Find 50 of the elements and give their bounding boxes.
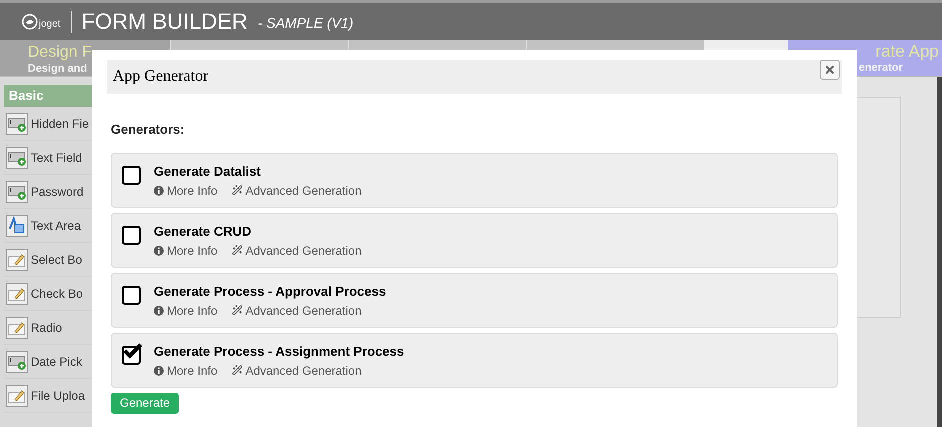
close-icon	[824, 64, 836, 76]
palette-item[interactable]: Date Pick	[31, 352, 82, 370]
wand-icon	[232, 185, 243, 196]
brand-name: joget	[39, 20, 61, 30]
generator-checkbox[interactable]	[122, 226, 141, 244]
palette-item[interactable]: Password	[31, 182, 84, 200]
pencil-field-icon	[6, 248, 28, 270]
generator-checkbox[interactable]	[122, 286, 141, 304]
advanced-generation-link[interactable]: Advanced Generation	[232, 242, 362, 260]
more-info-link[interactable]: More Info	[154, 302, 218, 320]
more-info-link[interactable]: More Info	[154, 242, 218, 260]
generators-heading: Generators:	[111, 121, 186, 139]
app-title: FORM BUILDER	[82, 8, 248, 36]
wand-icon	[232, 365, 243, 376]
more-info-link[interactable]: More Info	[154, 362, 218, 380]
info-icon	[154, 366, 164, 376]
generator-name: Generate Datalist	[154, 164, 262, 180]
palette-item[interactable]: File Uploa	[31, 386, 86, 404]
generator-name: Generate CRUD	[154, 224, 253, 240]
info-icon	[154, 246, 164, 256]
text-field-icon	[6, 146, 28, 168]
more-info-link[interactable]: More Info	[154, 182, 218, 200]
palette-item[interactable]: Text Area	[31, 216, 82, 234]
check-icon	[123, 342, 143, 358]
palette-item[interactable]: Check Bo	[31, 284, 84, 302]
generator-name: Generate Process - Assignment Process	[154, 344, 404, 360]
text-field-icon	[6, 180, 28, 202]
palette-item[interactable]: Text Field	[31, 148, 82, 166]
advanced-generation-link[interactable]: Advanced Generation	[232, 302, 362, 320]
wand-icon	[232, 305, 243, 316]
generator-checkbox[interactable]	[122, 346, 141, 364]
info-icon	[154, 186, 164, 196]
palette-item[interactable]: Radio	[31, 318, 62, 336]
generator-checkbox[interactable]	[122, 166, 141, 184]
generator-name: Generate Process - Approval Process	[154, 284, 386, 300]
close-button[interactable]	[820, 60, 840, 80]
pencil-field-icon	[6, 316, 28, 338]
wand-icon	[232, 245, 243, 256]
advanced-generation-link[interactable]: Advanced Generation	[232, 362, 362, 380]
logo-icon	[22, 14, 38, 30]
app-subtitle: - SAMPLE (V1)	[258, 14, 354, 33]
advanced-generation-link[interactable]: Advanced Generation	[232, 182, 362, 200]
pencil-field-icon	[6, 282, 28, 304]
palette-item[interactable]: Hidden Fie	[31, 114, 90, 132]
text-area-icon	[6, 214, 28, 236]
text-field-icon	[6, 350, 28, 372]
info-icon	[154, 306, 164, 316]
pencil-field-icon	[6, 384, 28, 406]
text-field-icon	[6, 112, 28, 134]
palette-item[interactable]: Select Bo	[31, 250, 82, 268]
